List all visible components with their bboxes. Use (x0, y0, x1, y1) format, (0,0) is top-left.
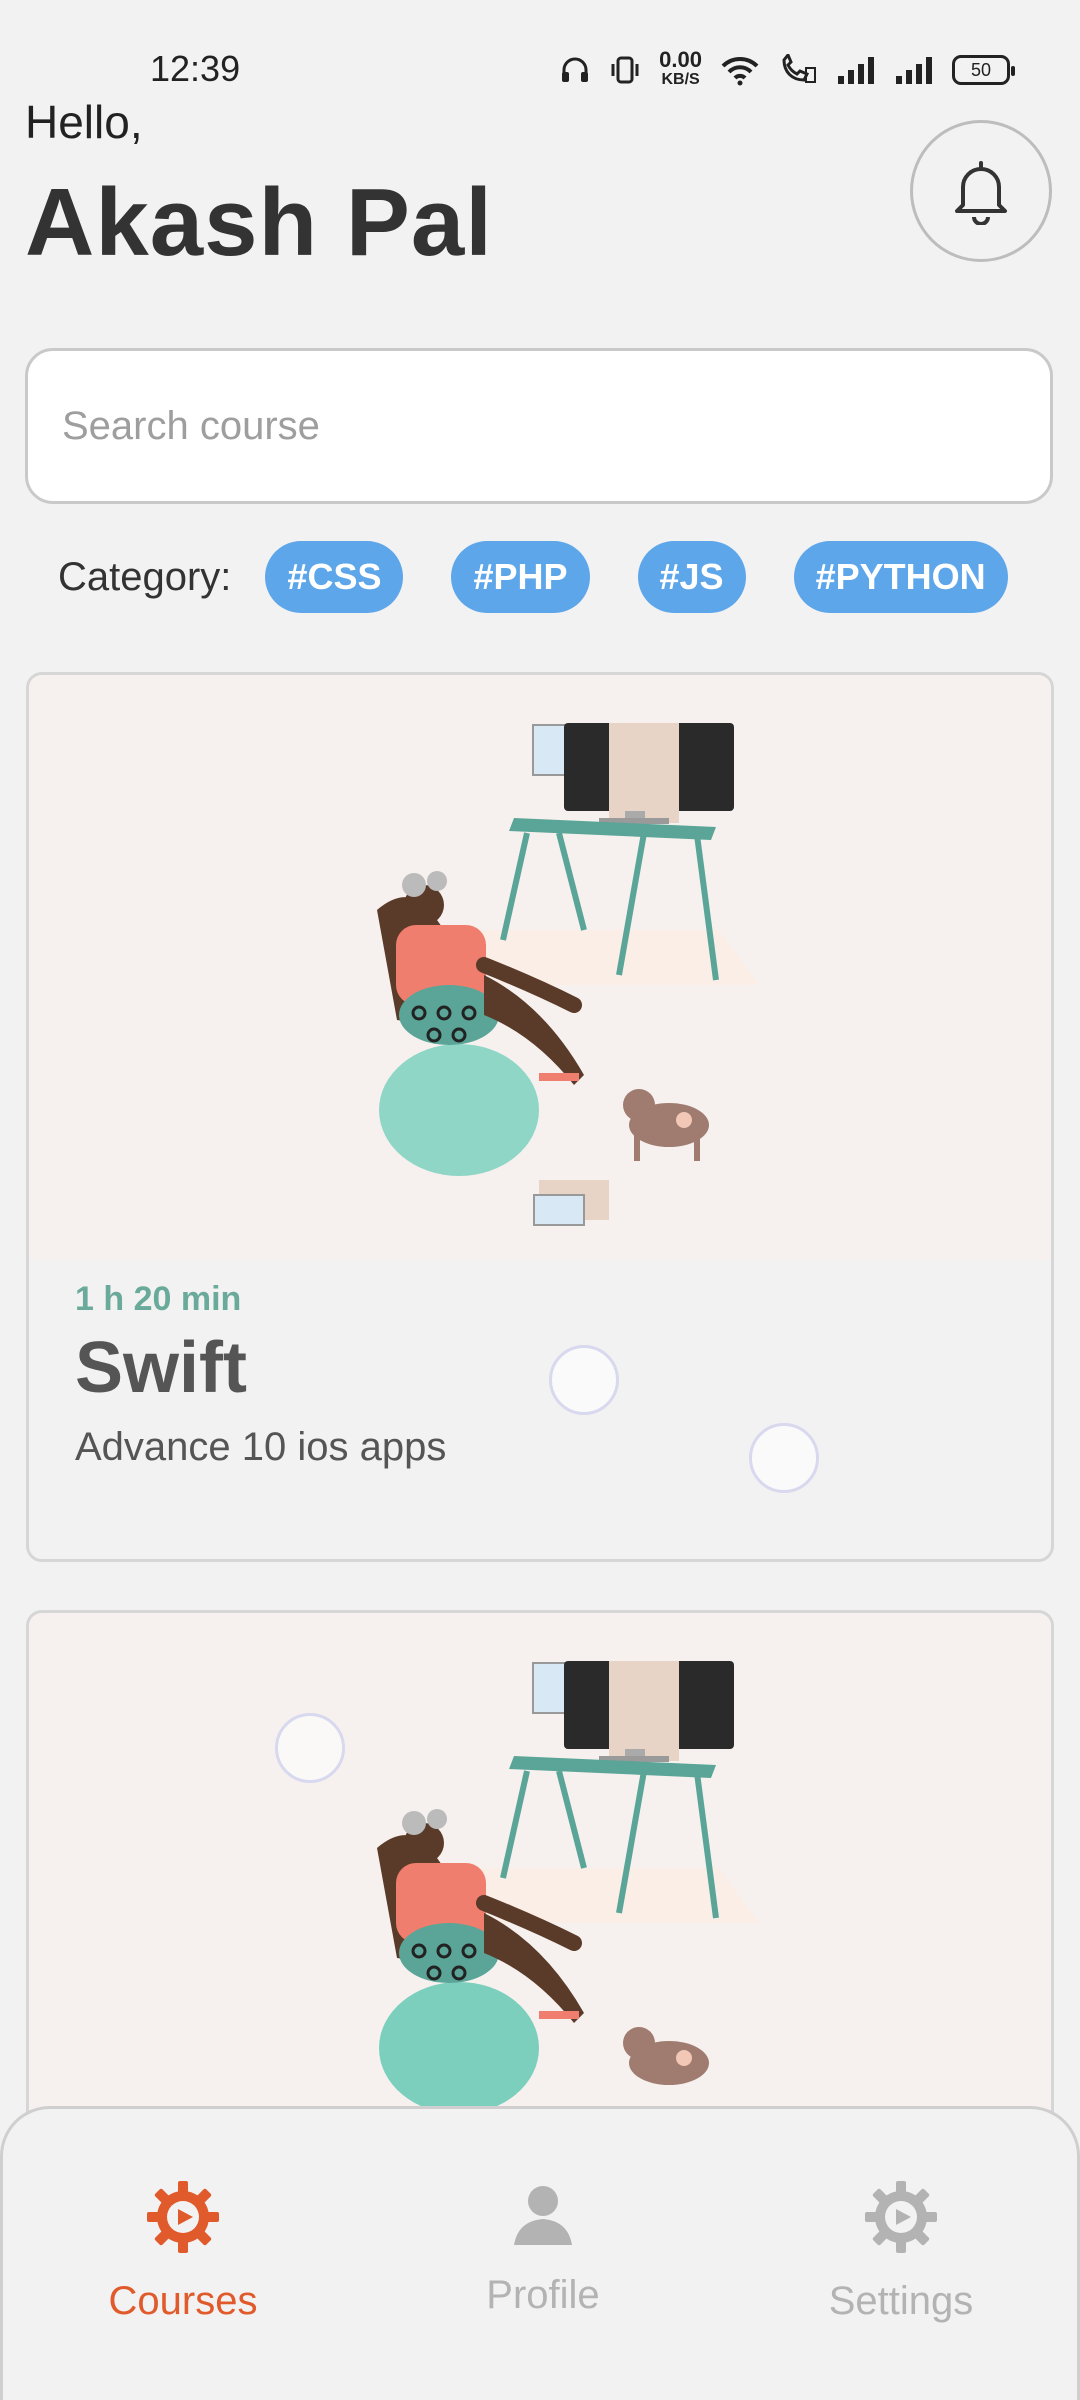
course-duration: 1 h 20 min (75, 1280, 242, 1318)
vibrate-icon (611, 56, 639, 84)
nav-courses-label: Courses (108, 2279, 258, 2323)
category-chip-php[interactable]: #PHP (451, 541, 590, 613)
user-name: Akash Pal (25, 169, 493, 276)
gear-play-icon (147, 2181, 219, 2253)
signal-icon (838, 57, 874, 84)
notifications-button[interactable] (910, 120, 1052, 262)
nav-settings[interactable]: Settings (771, 2179, 1031, 2324)
course-subtitle: Advance 10 ios apps (75, 1425, 447, 1469)
category-chip-python[interactable]: #PYTHON (793, 541, 1008, 613)
person-icon (514, 2186, 572, 2245)
wifi-icon (721, 56, 759, 86)
category-row: Category: #CSS #PHP #JS #PYTHON (58, 540, 1080, 614)
category-chip-js[interactable]: #JS (637, 541, 746, 613)
course-illustration (29, 675, 1051, 1260)
net-speed: 0.00 KB/S (659, 47, 702, 89)
touch-indicator (275, 1713, 345, 1783)
bell-icon (955, 161, 1007, 225)
search-input[interactable] (62, 403, 1050, 449)
course-illustration-svg (377, 723, 759, 1226)
nav-profile[interactable]: Profile (413, 2179, 673, 2318)
gear-play-icon (865, 2181, 937, 2253)
greeting: Hello, (25, 96, 143, 148)
status-icons: 0.00 KB/S 50 (559, 47, 1015, 90)
status-time: 12:39 (150, 48, 241, 89)
bottom-navigation: Courses Profile Settings (0, 2106, 1080, 2400)
course-info: 1 h 20 min Swift Advance 10 ios apps (29, 1280, 1051, 1470)
category-chip-css[interactable]: #CSS (265, 541, 404, 613)
touch-indicator (749, 1423, 819, 1493)
course-card[interactable]: 1 h 20 min Swift Advance 10 ios apps (26, 672, 1054, 1562)
signal-icon-2 (896, 57, 932, 84)
category-label: Category: (58, 554, 232, 599)
touch-indicator (549, 1345, 619, 1415)
search-box[interactable] (25, 348, 1053, 504)
nav-profile-label: Profile (486, 2273, 600, 2317)
battery-icon: 50 (952, 55, 1015, 85)
nav-settings-label: Settings (828, 2279, 974, 2323)
headphones-icon (562, 57, 589, 82)
nav-courses[interactable]: Courses (53, 2179, 313, 2324)
call-icon (782, 54, 816, 83)
status-bar: 12:39 0.00 KB/S 50 (0, 0, 1080, 110)
